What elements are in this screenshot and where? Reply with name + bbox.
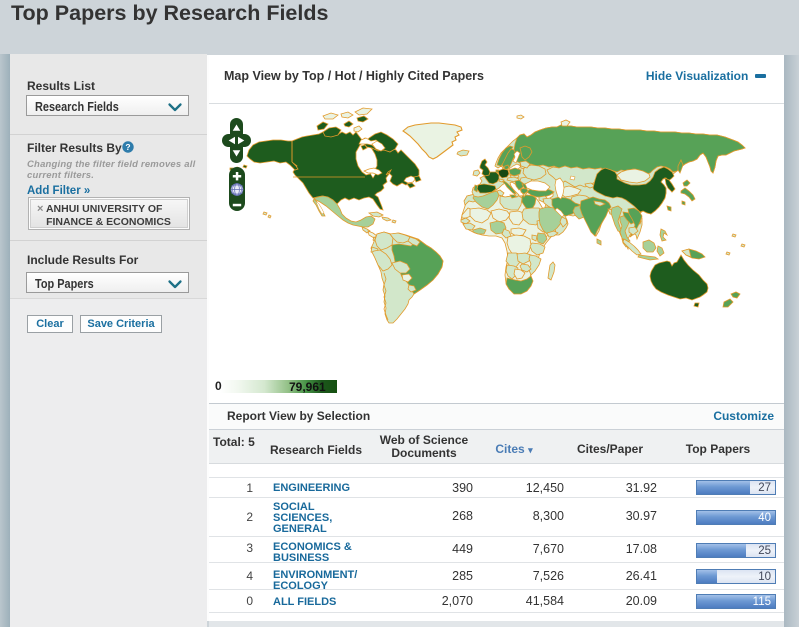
svg-text:?: ?: [125, 142, 130, 152]
